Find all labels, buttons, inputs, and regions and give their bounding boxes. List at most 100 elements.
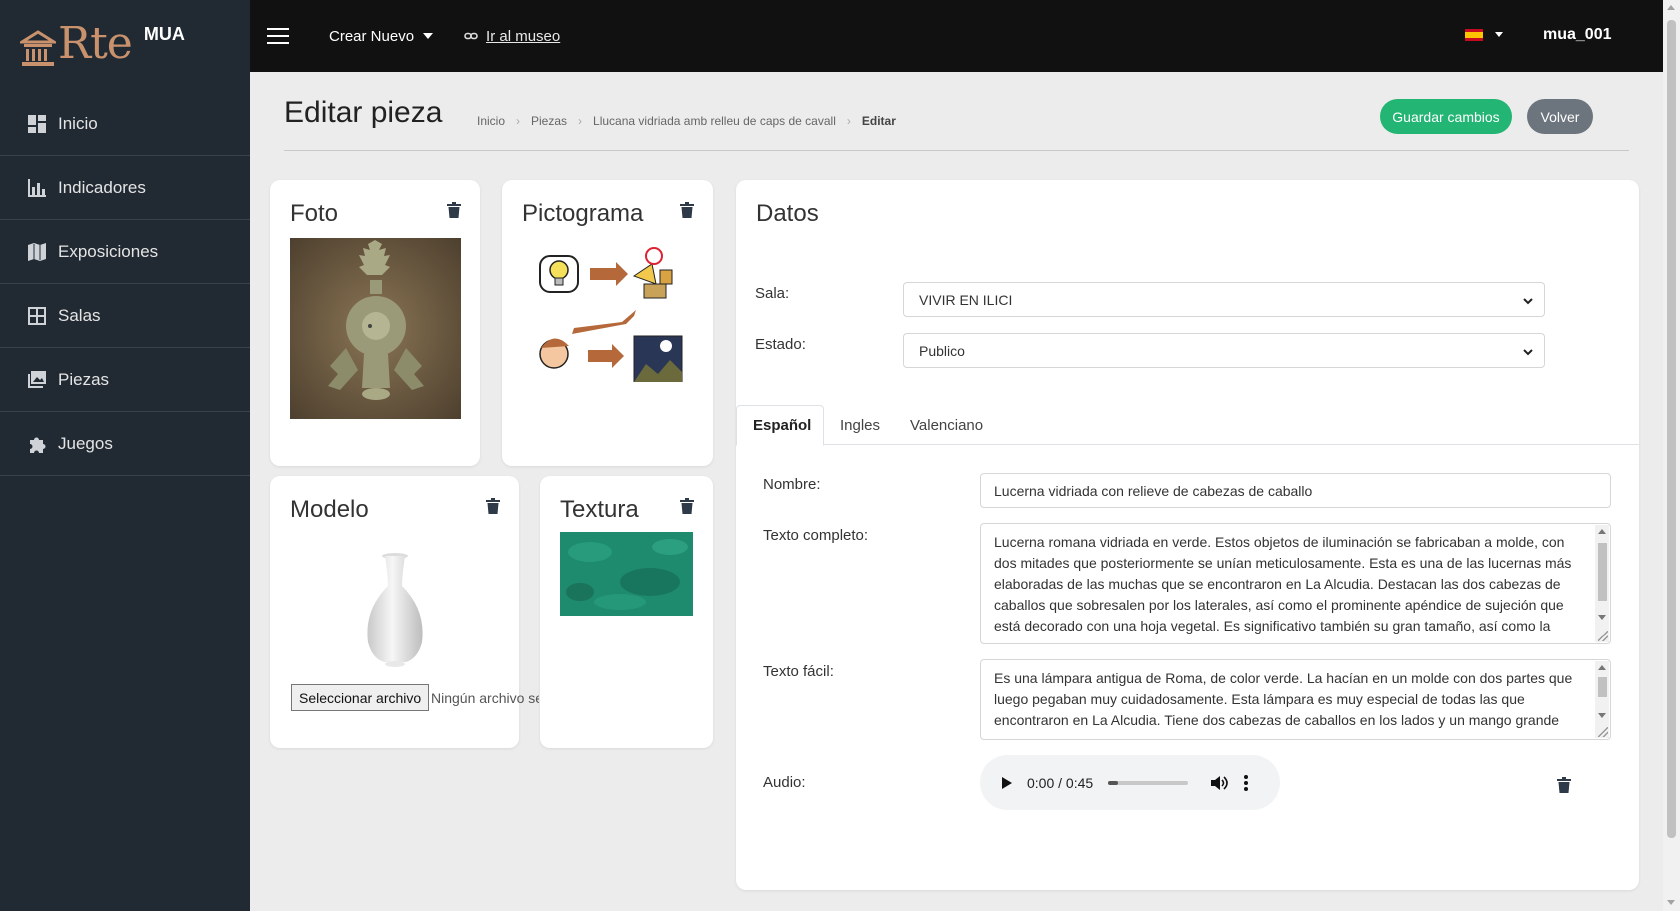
- trash-icon[interactable]: [447, 202, 461, 218]
- hamburger-menu-icon[interactable]: [267, 28, 289, 44]
- 3d-model-preview: [367, 553, 423, 667]
- create-new-label: Crear Nuevo: [329, 27, 415, 45]
- sala-label: Sala:: [755, 285, 790, 302]
- sidebar-item-salas[interactable]: Salas: [0, 284, 250, 348]
- sidebar-item-label: Salas: [58, 305, 101, 325]
- language-tabs: Español Ingles Valenciano: [736, 405, 1639, 446]
- back-button[interactable]: Volver: [1527, 99, 1593, 134]
- audio-time: 0:00 / 0:45: [1027, 774, 1094, 791]
- museum-link[interactable]: Ir al museo: [464, 28, 560, 45]
- volume-icon[interactable]: [1210, 774, 1228, 792]
- chevron-down-icon: [1523, 349, 1533, 356]
- texto-facil-label: Texto fácil:: [763, 663, 834, 680]
- estado-label: Estado:: [755, 336, 806, 353]
- trash-icon[interactable]: [486, 498, 500, 514]
- texto-facil-textarea[interactable]: Es una lámpara antigua de Roma, de color…: [980, 659, 1611, 740]
- textarea-scrollbar[interactable]: [1595, 525, 1609, 642]
- breadcrumb-piezas[interactable]: Piezas: [531, 114, 567, 128]
- resize-handle-icon[interactable]: [1598, 727, 1608, 737]
- sala-select[interactable]: VIVIR EN ILICI: [903, 282, 1545, 317]
- page-scrollbar[interactable]: [1663, 0, 1680, 911]
- textura-card: Textura: [540, 476, 713, 748]
- audio-label: Audio:: [763, 774, 806, 791]
- sidebar-item-label: Juegos: [58, 433, 113, 453]
- trash-icon[interactable]: [680, 202, 694, 218]
- sidebar: Rte MUA Inicio Indicadores Exposiciones …: [0, 0, 250, 911]
- breadcrumb-inicio[interactable]: Inicio: [477, 114, 505, 128]
- dashboard-icon: [28, 114, 46, 133]
- save-changes-button[interactable]: Guardar cambios: [1380, 99, 1512, 134]
- scroll-down-icon[interactable]: [1667, 900, 1675, 905]
- breadcrumb: Inicio › Piezas › Llucana vidriada amb r…: [477, 114, 896, 128]
- nombre-input[interactable]: Lucerna vidriada con relieve de cabezas …: [980, 473, 1611, 508]
- bar-chart-icon: [28, 178, 46, 197]
- textura-title: Textura: [560, 496, 639, 523]
- chevron-down-icon[interactable]: [1493, 29, 1505, 41]
- app-name: MUA: [143, 24, 185, 44]
- breadcrumb-separator-icon: ›: [578, 114, 583, 128]
- sidebar-item-label: Inicio: [58, 113, 98, 133]
- foto-card: Foto: [270, 180, 480, 466]
- more-options-icon[interactable]: [1244, 774, 1249, 791]
- sidebar-item-indicadores[interactable]: Indicadores: [0, 156, 250, 220]
- breadcrumb-separator-icon: ›: [516, 114, 521, 128]
- top-navbar: Crear Nuevo Ir al museo mua_001: [250, 0, 1663, 72]
- lucerna-photo: [290, 238, 461, 419]
- create-new-dropdown[interactable]: Crear Nuevo: [329, 28, 434, 45]
- select-file-button[interactable]: Seleccionar archivo: [291, 684, 430, 711]
- nombre-label: Nombre:: [763, 476, 821, 493]
- scroll-up-icon[interactable]: [1667, 5, 1675, 10]
- tab-ingles[interactable]: Ingles: [824, 405, 896, 445]
- foto-title: Foto: [290, 200, 339, 227]
- texture-preview: [560, 532, 693, 616]
- sidebar-item-juegos[interactable]: Juegos: [0, 412, 250, 476]
- header-divider: [284, 150, 1629, 151]
- sidebar-item-label: Piezas: [58, 369, 110, 389]
- sala-value: VIVIR EN ILICI: [919, 291, 1013, 308]
- tab-valenciano[interactable]: Valenciano: [894, 405, 999, 445]
- audio-progress-slider[interactable]: [1108, 780, 1189, 785]
- page-title: Editar pieza: [284, 96, 443, 129]
- modelo-title: Modelo: [290, 496, 369, 523]
- chevron-down-icon: [1523, 298, 1533, 305]
- breadcrumb-current: Editar: [861, 114, 896, 128]
- grid-icon: [28, 306, 46, 325]
- logo-text: Rte: [58, 18, 133, 69]
- sidebar-item-inicio[interactable]: Inicio: [0, 92, 250, 156]
- puzzle-icon: [30, 437, 46, 453]
- sidebar-item-label: Exposiciones: [58, 241, 159, 261]
- play-icon[interactable]: [1002, 776, 1012, 789]
- texto-completo-label: Texto completo:: [763, 527, 869, 544]
- link-icon: [464, 32, 478, 40]
- museum-link-label: Ir al museo: [486, 27, 561, 45]
- texto-facil-value: Es una lámpara antigua de Roma, de color…: [994, 670, 1573, 728]
- breadcrumb-separator-icon: ›: [846, 114, 851, 128]
- audio-player: 0:00 / 0:45: [980, 755, 1280, 810]
- images-icon: [28, 370, 46, 388]
- texto-completo-value: Lucerna romana vidriada en verde. Estos …: [994, 534, 1572, 634]
- sidebar-item-piezas[interactable]: Piezas: [0, 348, 250, 412]
- file-status-text: Ningún archivo se: [431, 690, 539, 706]
- username[interactable]: mua_001: [1543, 26, 1612, 44]
- resize-handle-icon[interactable]: [1598, 631, 1608, 641]
- sidebar-nav: Inicio Indicadores Exposiciones Salas Pi…: [0, 92, 250, 476]
- estado-value: Publico: [919, 342, 965, 359]
- sidebar-item-exposiciones[interactable]: Exposiciones: [0, 220, 250, 284]
- trash-icon[interactable]: [1557, 777, 1571, 793]
- pictograma-card: Pictograma: [502, 180, 713, 466]
- map-icon: [28, 242, 46, 261]
- estado-select[interactable]: Publico: [903, 333, 1545, 368]
- chevron-down-icon: [423, 33, 434, 39]
- spain-flag-icon[interactable]: [1465, 29, 1483, 41]
- trash-icon[interactable]: [680, 498, 694, 514]
- pictograma-title: Pictograma: [522, 200, 644, 227]
- tab-espanol[interactable]: Español: [736, 405, 824, 446]
- app-logo[interactable]: Rte MUA: [20, 22, 185, 72]
- pictogram-image: [539, 247, 683, 382]
- museum-logo-icon: [20, 30, 56, 66]
- sidebar-item-label: Indicadores: [58, 177, 146, 197]
- breadcrumb-piece[interactable]: Llucana vidriada amb relleu de caps de c…: [593, 114, 836, 128]
- datos-title: Datos: [756, 200, 819, 227]
- scrollbar-thumb[interactable]: [1667, 20, 1676, 838]
- texto-completo-textarea[interactable]: Lucerna romana vidriada en verde. Estos …: [980, 523, 1611, 644]
